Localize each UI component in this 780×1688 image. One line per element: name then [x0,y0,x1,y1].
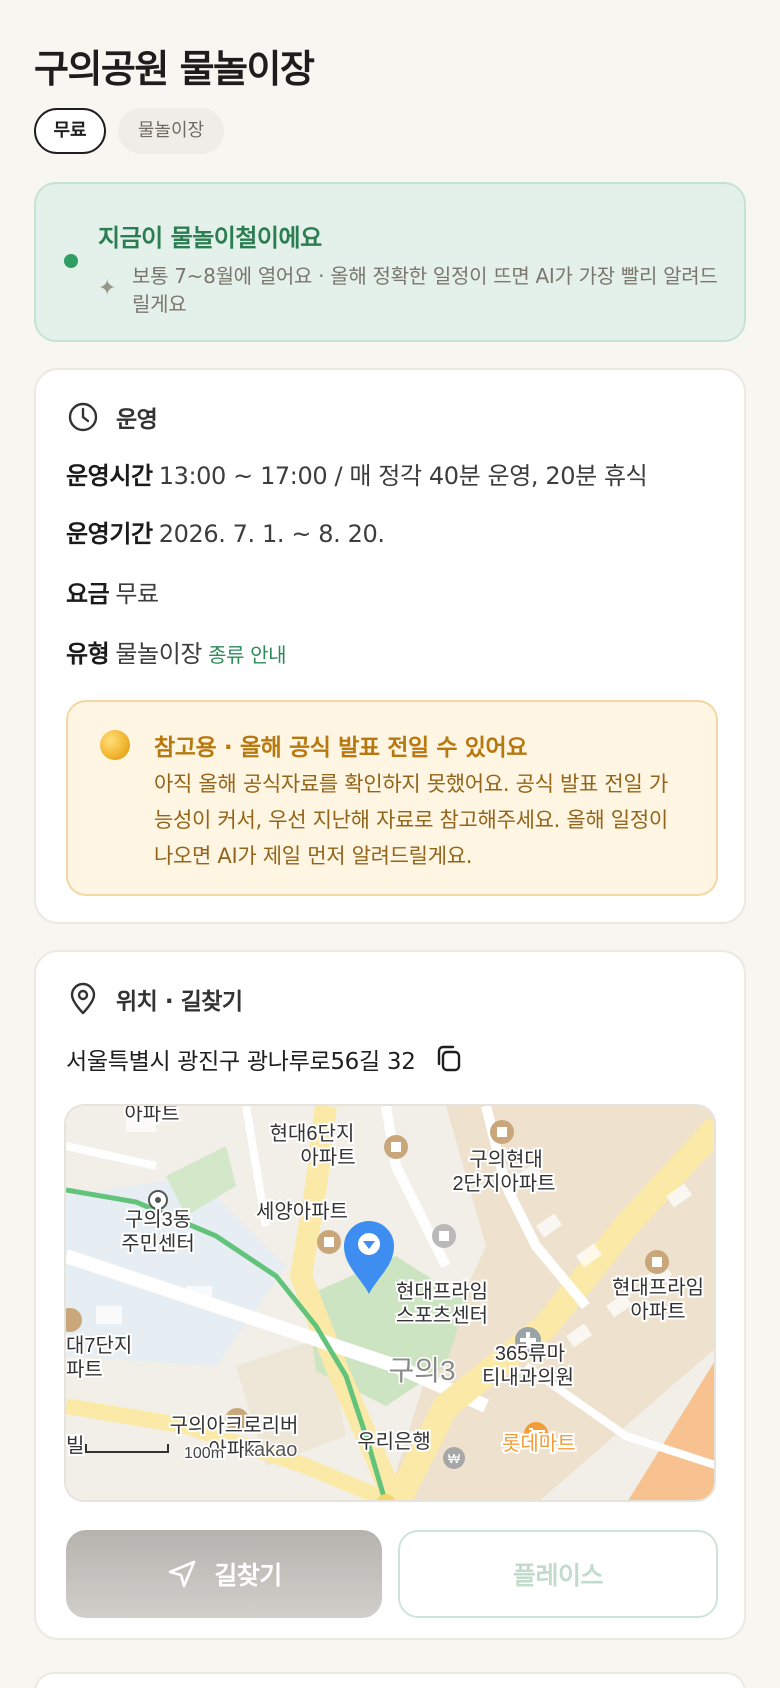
map-label: 우리은행 [357,1430,431,1453]
status-dot-icon [64,254,78,268]
bank-icon[interactable]: ₩ [443,1447,465,1469]
address-text: 서울특별시 광진구 광나루로56길 32 [66,1049,416,1075]
location-pin-icon [70,982,96,1015]
type-key: 유형 [66,640,110,668]
map-label: 스포츠센터 [396,1304,488,1327]
next-card-edge [34,1672,746,1688]
category-chip: 물놀이장 [118,108,224,154]
map-label: 아파트 [630,1300,685,1323]
hours-value: 13:00 ~ 17:00 / 매 정각 40분 운영, 20분 휴식 [158,462,648,490]
place-button[interactable]: 플레이스 [398,1530,718,1618]
directions-button-label: 길찾기 [214,1561,282,1590]
sparkle-icon: ✦ [98,276,117,301]
type-value: 물놀이장 [115,640,203,668]
map-area-label: 구의3 [388,1355,455,1386]
scale-label: 100m [184,1445,224,1462]
place-button-label: 플레이스 [512,1561,604,1590]
map-label: 아파트 [124,1106,179,1125]
place-detail-page: 구의공원 물놀이장 무료 물놀이장 지금이 물놀이철이에요 ✦ 보통 7~8월에… [0,0,780,1688]
map-label: 365류마 [495,1342,565,1365]
map-label: 현대프라임 [612,1276,704,1299]
directions-button[interactable]: 길찾기 [66,1530,382,1618]
map-view[interactable]: ₩ 아파트 현대6단지 아파트 구의현대 2단지아파트 구의3동 주민센터 세양… [64,1104,716,1502]
reference-notice: 참고용 · 올해 공식 발표 전일 수 있어요 아직 올해 공식자료를 확인하지… [66,700,718,896]
location-card: 위치 · 길찾기 서울특별시 광진구 광나루로56길 32 ₩ 아파트 현대6단… [34,950,746,1640]
season-headline: 지금이 물놀이철이에요 [98,224,322,252]
map-label: 티내과의원 [482,1366,574,1389]
apartment-marker-icon[interactable] [317,1230,341,1254]
season-banner: 지금이 물놀이철이에요 ✦ 보통 7~8월에 열어요 · 올해 정확한 일정이 … [34,182,746,342]
location-header: 위치 · 길찾기 [66,982,243,1016]
period-row: 운영기간 2026. 7. 1. ~ 8. 20. [66,514,385,549]
fee-row: 요금 무료 [66,574,159,609]
free-chip: 무료 [34,108,106,154]
apartment-marker-icon[interactable] [384,1135,408,1159]
coin-icon [100,730,130,760]
apartment-marker-icon[interactable] [645,1250,669,1274]
operation-section-label: 운영 [116,407,158,433]
fee-value: 무료 [115,580,159,608]
type-guide-link[interactable]: 종류 안내 [208,643,286,667]
map-label: 파트 [66,1358,103,1381]
map-label: 세양아파트 [256,1200,348,1223]
map-label: 구의현대 [469,1148,543,1171]
hours-row: 운영시간 13:00 ~ 17:00 / 매 정각 40분 운영, 20분 휴식 [66,456,648,491]
period-key: 운영기간 [66,520,153,548]
copy-icon[interactable] [434,1044,464,1074]
kakao-logo: kakao [244,1439,297,1461]
community-center-icon[interactable] [148,1190,168,1210]
map-label: 2단지아파트 [452,1172,555,1195]
map-label: 현대6단지 [270,1122,355,1145]
page-title: 구의공원 물놀이장 [34,47,315,91]
sports-center-icon[interactable] [432,1224,456,1248]
map-label: 구의3동 [125,1208,191,1231]
address-row: 서울특별시 광진구 광나루로56길 32 [66,1042,464,1076]
map-label: 주민센터 [121,1232,195,1255]
notice-title: 참고용 · 올해 공식 발표 전일 수 있어요 [154,735,527,761]
apartment-marker-icon[interactable] [490,1120,514,1144]
period-value: 2026. 7. 1. ~ 8. 20. [158,520,385,548]
clock-icon [68,402,98,432]
map-label: 대7단지 [66,1334,132,1357]
season-subtext: 보통 7~8월에 열어요 · 올해 정확한 일정이 뜨면 AI가 가장 빨리 알… [132,264,718,316]
operation-card: 운영 운영시간 13:00 ~ 17:00 / 매 정각 40분 운영, 20분 … [34,368,746,924]
notice-body: 아직 올해 공식자료를 확인하지 못했어요. 공식 발표 전일 가능성이 커서,… [154,772,668,868]
svg-text:₩: ₩ [448,1451,461,1466]
navigation-arrow-icon [168,1560,196,1588]
hours-key: 운영시간 [66,462,153,490]
operation-header: 운영 [66,400,158,434]
location-section-label: 위치 · 길찾기 [116,989,243,1015]
fee-key: 요금 [66,580,110,608]
map-label: 빌 [66,1434,84,1457]
type-row: 유형 물놀이장 종류 안내 [66,634,286,669]
map-label: 아파트 [300,1146,355,1169]
map-label: 구의아크로리버 [170,1414,299,1437]
map-label: 롯데마트 [502,1432,576,1455]
map-label: 현대프라임 [396,1280,488,1303]
map-canvas[interactable]: ₩ 아파트 현대6단지 아파트 구의현대 2단지아파트 구의3동 주민센터 세양… [66,1106,716,1502]
